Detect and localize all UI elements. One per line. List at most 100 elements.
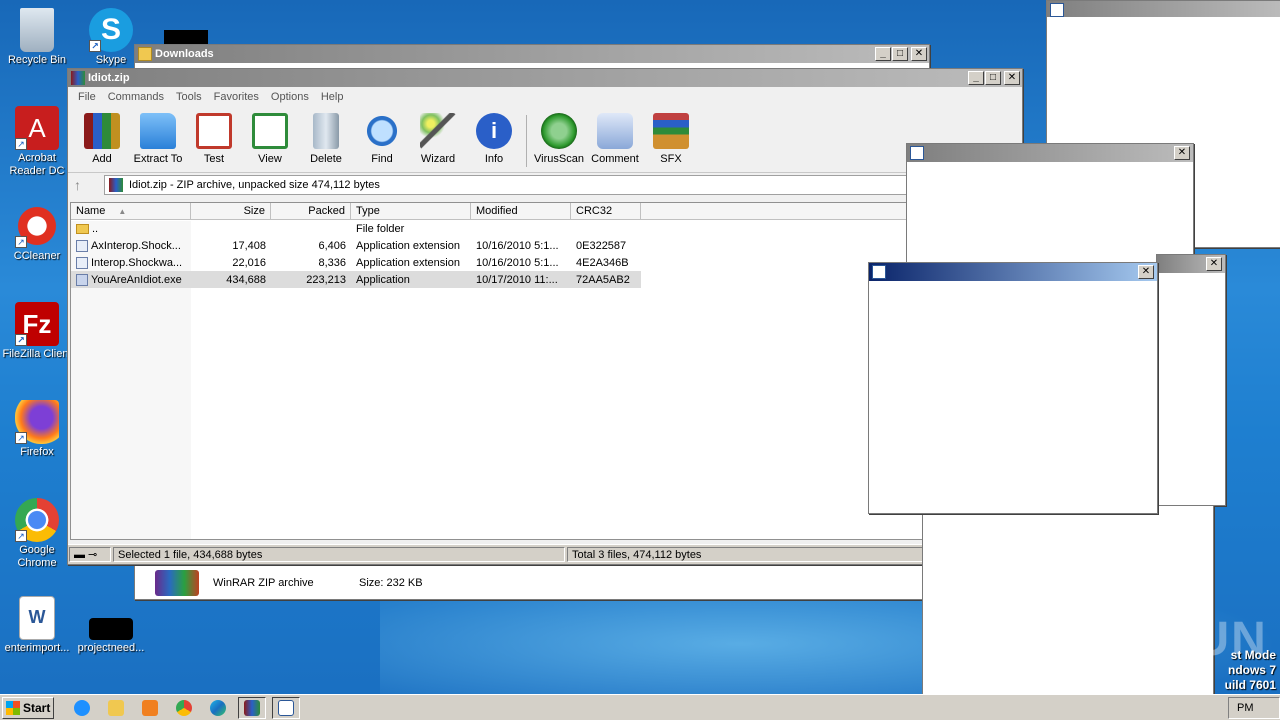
taskbar-edge[interactable] [204, 697, 232, 719]
table-row[interactable]: Interop.Shockwa... 22,016 8,336 Applicat… [71, 254, 1019, 271]
info-label: Info [484, 153, 504, 165]
popup-titlebar[interactable] [1047, 1, 1280, 17]
build-line-1: st Mode [1230, 648, 1276, 662]
desktop-icon-firefox[interactable]: ↗ Firefox [0, 400, 74, 459]
add-label: Add [92, 153, 112, 165]
menu-file[interactable]: File [72, 91, 102, 103]
popup-window-active[interactable]: ✕ [868, 262, 1158, 514]
acrobat-icon: A ↗ [15, 106, 59, 150]
winrar-titlebar[interactable]: Idiot.zip _ □ ✕ [68, 69, 1022, 87]
taskbar-media[interactable] [136, 697, 164, 719]
redacted-icon [164, 30, 208, 44]
taskbar-ie[interactable] [68, 697, 96, 719]
popup-window[interactable]: ✕ [1156, 254, 1226, 506]
desktop-icon-filezilla[interactable]: Fz ↗ FileZilla Client [0, 302, 74, 361]
test-button[interactable]: Test [186, 111, 242, 165]
address-bar: ↑ Idiot.zip - ZIP archive, unpacked size… [68, 173, 1022, 197]
desktop-icon-projectneed[interactable]: projectneed... [74, 596, 148, 655]
column-size[interactable]: Size [191, 203, 271, 219]
add-button[interactable]: Add [74, 111, 130, 165]
close-button[interactable]: ✕ [1138, 265, 1154, 279]
menu-commands[interactable]: Commands [102, 91, 170, 103]
shortcut-arrow-icon: ↗ [15, 236, 27, 248]
popup-window[interactable] [922, 505, 1214, 715]
close-button[interactable]: ✕ [911, 47, 927, 61]
menu-favorites[interactable]: Favorites [208, 91, 265, 103]
minimize-button[interactable]: _ [968, 71, 984, 85]
delete-button[interactable]: Delete [298, 111, 354, 165]
file-list-header: Name ▲ Size Packed Type Modified CRC32 [71, 203, 1019, 220]
delete-label: Delete [310, 153, 342, 165]
column-crc32[interactable]: CRC32 [571, 203, 641, 219]
comment-label: Comment [591, 153, 639, 165]
dll-file-icon [76, 256, 88, 269]
table-row[interactable]: .. File folder [71, 220, 1019, 237]
close-button[interactable]: ✕ [1174, 146, 1190, 160]
taskbar-chrome[interactable] [170, 697, 198, 719]
taskbar-winrar[interactable] [238, 696, 266, 719]
find-label: Find [371, 153, 393, 165]
shortcut-arrow-icon: ↗ [15, 432, 27, 444]
extract-to-button[interactable]: Extract To [130, 111, 186, 165]
delete-bin-icon [313, 113, 339, 149]
table-row[interactable]: AxInterop.Shock... 17,408 6,406 Applicat… [71, 237, 1019, 254]
archive-path-field[interactable]: Idiot.zip - ZIP archive, unpacked size 4… [104, 175, 1022, 195]
edge-icon [210, 699, 226, 716]
sfx-button[interactable]: SFX [643, 111, 699, 165]
redacted-icon [89, 618, 133, 640]
info-icon: i [476, 113, 512, 149]
find-button[interactable]: Find [354, 111, 410, 165]
info-button[interactable]: i Info [466, 111, 522, 165]
desktop-icon-recycle-bin[interactable]: Recycle Bin [0, 8, 74, 67]
column-type[interactable]: Type [351, 203, 471, 219]
add-icon [84, 113, 120, 149]
close-button[interactable]: ✕ [1004, 71, 1020, 85]
column-name[interactable]: Name ▲ [71, 203, 191, 219]
taskbar-word[interactable] [272, 696, 300, 719]
minimize-button[interactable]: _ [875, 47, 891, 61]
virus-scan-icon [541, 113, 577, 149]
start-button[interactable]: Start [2, 696, 54, 719]
downloads-titlebar[interactable]: Downloads _ □ ✕ [135, 45, 929, 63]
desktop-icon-label: FileZilla Client [2, 348, 72, 360]
desktop-icon-label: Acrobat Reader DC [9, 152, 65, 177]
virusscan-button[interactable]: VirusScan [531, 111, 587, 165]
maximize-button[interactable]: □ [892, 47, 908, 61]
desktop-icon-ccleaner[interactable]: ↗ CCleaner [0, 204, 74, 263]
app-icon [910, 146, 924, 160]
popup-titlebar[interactable]: ✕ [1157, 255, 1225, 273]
taskbar: Start PM [0, 694, 1280, 720]
maximize-button[interactable]: □ [985, 71, 1001, 85]
system-clock[interactable]: PM [1228, 697, 1280, 719]
popup-titlebar[interactable]: ✕ [907, 144, 1193, 162]
virusscan-label: VirusScan [534, 153, 584, 165]
comment-button[interactable]: Comment [587, 111, 643, 165]
details-file-size: Size: 232 KB [359, 577, 423, 589]
view-button[interactable]: View [242, 111, 298, 165]
up-arrow-icon[interactable]: ↑ [74, 177, 104, 193]
desktop-icon-chrome[interactable]: ↗ Google Chrome [0, 498, 74, 570]
wizard-button[interactable]: Wizard [410, 111, 466, 165]
skype-icon: S ↗ [89, 8, 133, 52]
taskbar-explorer[interactable] [102, 697, 130, 719]
drive-icons[interactable]: ▬ ⊸ [69, 547, 111, 562]
desktop-icon-label: Google Chrome [17, 544, 57, 569]
toolbar-separator [526, 115, 527, 167]
desktop-icon-label: Firefox [20, 446, 54, 458]
folder-icon [138, 47, 152, 61]
status-selected: Selected 1 file, 434,688 bytes [113, 547, 565, 562]
menu-options[interactable]: Options [265, 91, 315, 103]
close-button[interactable]: ✕ [1206, 257, 1222, 271]
table-row-selected[interactable]: YouAreAnIdiot.exe 434,688 223,213 Applic… [71, 271, 641, 288]
extract-to-label: Extract To [133, 153, 183, 165]
desktop-icon-acrobat[interactable]: A ↗ Acrobat Reader DC [0, 106, 74, 178]
menu-help[interactable]: Help [315, 91, 350, 103]
toolbar: Add Extract To Test View Delete Find Wiz… [68, 107, 1022, 173]
desktop-icon-label: Skype [95, 54, 127, 66]
desktop-icon-enterimport[interactable]: W enterimport... [0, 596, 74, 655]
column-modified[interactable]: Modified [471, 203, 571, 219]
menu-tools[interactable]: Tools [170, 91, 208, 103]
details-pane: WinRAR ZIP archive Size: 232 KB [135, 567, 929, 599]
comment-icon [597, 113, 633, 149]
column-packed[interactable]: Packed [271, 203, 351, 219]
